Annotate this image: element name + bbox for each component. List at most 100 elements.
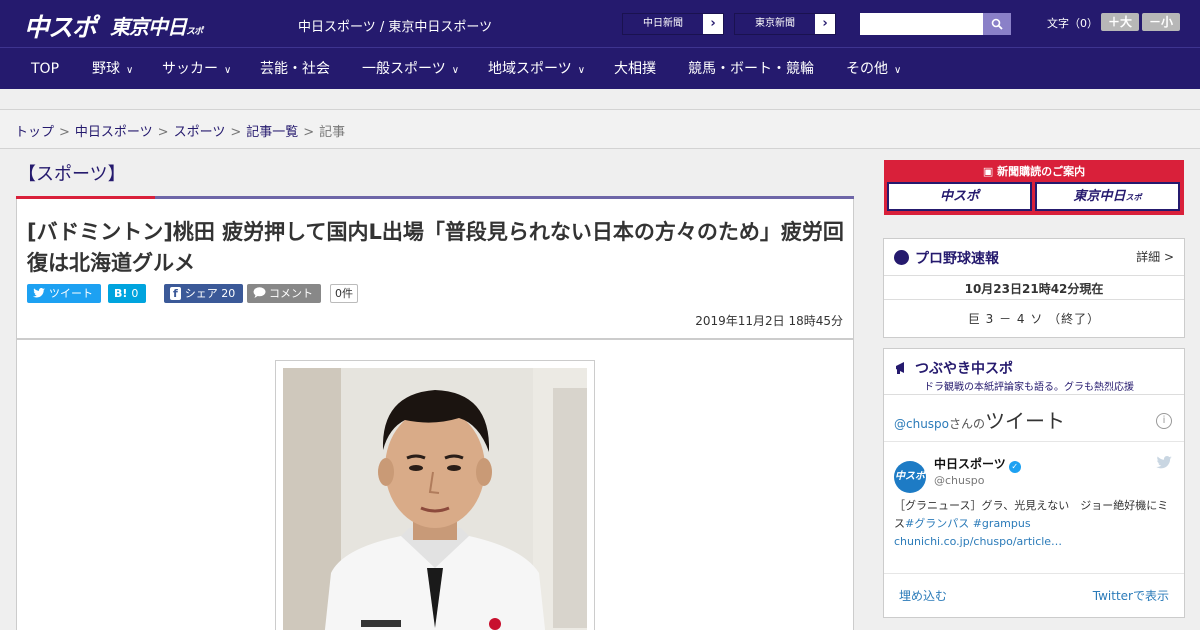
newspaper-icon: ▣ (982, 165, 998, 178)
main-nav: TOP 野球 ∨ サッカー ∨ 芸能・社会 一般スポーツ ∨ 地域スポーツ ∨ 大相撲 … (0, 47, 1200, 89)
site-name: 中日スポーツ / 東京中日スポーツ (298, 20, 493, 35)
breadcrumb-article-list[interactable]: 記事一覧 (246, 125, 298, 140)
tweet-article-link[interactable]: chunichi.co.jp/chuspo/article… (894, 535, 1062, 548)
timeline-handle-link[interactable]: @chuspo (894, 417, 949, 431)
tweet-author-handle[interactable]: @chuspo (934, 474, 984, 487)
megaphone-icon (896, 362, 904, 374)
chevron-down-icon: ∨ (126, 65, 134, 76)
subscribe-tokyo-text: 東京中日 (1073, 189, 1126, 204)
hashtag-link[interactable]: #グランパス (905, 517, 969, 530)
nav-baseball[interactable]: 野球 ∨ (92, 48, 133, 90)
baseball-icon (894, 250, 909, 265)
pro-baseball-widget: プロ野球速報 詳細 > 10月23日21時42分現在 巨 3 － 4 ソ （終了… (883, 238, 1185, 338)
timeline-heading: @chuspoさんのツイート (894, 405, 1065, 434)
nav-label: サッカー (162, 61, 218, 77)
tweet-widget-title-text: つぶやき中スポ (915, 361, 1013, 377)
baseball-timestamp: 10月23日21時42分現在 (964, 282, 1104, 296)
article-body (16, 339, 854, 630)
search-input[interactable] (860, 13, 984, 35)
facebook-share-label: シェア (184, 287, 218, 300)
embed-link[interactable]: 埋め込む (899, 587, 947, 604)
subscribe-chuspo-button[interactable]: 中スポ (887, 182, 1032, 211)
newspaper-subscription-banner[interactable]: ▣ 新聞購読のご案内 中スポ 東京中日スポ (884, 160, 1184, 215)
tokyo-chunichi-logo[interactable]: 東京中日スポ (110, 11, 203, 40)
tweet-widget: つぶやき中スポ ドラ観戦の本紙評論家も語る。グラも熱烈応援 @chuspoさんの… (883, 348, 1185, 618)
section-title: 【スポーツ】 (18, 164, 126, 185)
hashtag-link[interactable]: #grampus (973, 517, 1031, 530)
nav-label: TOP (31, 61, 60, 77)
tweet-author[interactable]: 中日スポーツ ✓ (934, 455, 1021, 473)
subscription-title: ▣ 新聞購読のご案内 (884, 163, 1184, 179)
article-photo-frame (275, 360, 595, 630)
photo-illustration (283, 368, 587, 630)
font-size-label: 文字（0） (1047, 17, 1098, 30)
nav-entertainment[interactable]: 芸能・社会 (260, 48, 330, 90)
hatena-icon: B! (114, 287, 128, 300)
subscribe-tokyo-sub: スポ (1125, 193, 1142, 202)
comment-button[interactable]: コメント (247, 284, 321, 303)
twitter-bird-icon[interactable] (1156, 456, 1172, 469)
nav-general-sports[interactable]: 一般スポーツ ∨ (362, 48, 459, 90)
chevron-right-icon: › (703, 14, 723, 34)
breadcrumb: トップ > 中日スポーツ > スポーツ > 記事一覧 > 記事 (0, 110, 1200, 149)
baseball-score-line[interactable]: 巨 3 － 4 ソ （終了） (884, 310, 1184, 327)
nav-label: 大相撲 (614, 61, 656, 77)
info-icon[interactable]: i (1156, 413, 1172, 429)
search-button[interactable] (983, 13, 1011, 35)
subscribe-tokyo-chunichi-button[interactable]: 東京中日スポ (1035, 182, 1180, 211)
breadcrumb-separator: > (157, 125, 169, 140)
nav-label: 芸能・社会 (260, 61, 330, 77)
chevron-down-icon: ∨ (894, 65, 902, 76)
twitter-bird-icon (33, 288, 45, 298)
chevron-down-icon: ∨ (224, 65, 232, 76)
breadcrumb-top[interactable]: トップ (15, 125, 54, 140)
breadcrumb-current: 記事 (319, 125, 346, 140)
pro-baseball-title-text: プロ野球速報 (915, 251, 999, 267)
tweet-author-name: 中日スポーツ (934, 457, 1006, 471)
timeline-handle-suffix: さんの (949, 417, 986, 431)
nav-label: 野球 (92, 61, 120, 77)
facebook-share-count: 20 (221, 287, 236, 300)
nav-regional-sports[interactable]: 地域スポーツ ∨ (488, 48, 585, 90)
nav-keiba[interactable]: 競馬・ボート・競輪 (688, 48, 814, 90)
chuspo-logo[interactable]: 中スポ (24, 8, 97, 44)
speech-bubble-icon (253, 287, 266, 298)
nav-top[interactable]: TOP (31, 48, 59, 90)
article-headline: [バドミントン]桃田 疲労押して国内L出場「普段見られない日本の方々のため」疲労… (27, 220, 844, 275)
tokyo-chunichi-logo-sub: スポ (186, 27, 203, 37)
chevron-down-icon: ∨ (577, 65, 586, 76)
breadcrumb-sports[interactable]: スポーツ (174, 125, 226, 140)
baseball-detail-link[interactable]: 詳細 > (1136, 248, 1174, 265)
tweet-button[interactable]: ツイート (27, 284, 101, 303)
hatena-count: 0 (131, 287, 139, 300)
breadcrumb-chunichi-sports[interactable]: 中日スポーツ (75, 125, 153, 140)
pro-baseball-title: プロ野球速報 (894, 248, 999, 268)
hatena-bookmark-button[interactable]: B! 0 (108, 284, 147, 303)
article-header: [バドミントン]桃田 疲労押して国内L出場「普段見られない日本の方々のため」疲労… (16, 199, 854, 339)
view-on-twitter-link[interactable]: Twitterで表示 (1093, 587, 1169, 604)
nav-other[interactable]: その他 ∨ (846, 48, 901, 90)
verified-badge-icon: ✓ (1008, 461, 1021, 473)
nav-soccer[interactable]: サッカー ∨ (162, 48, 231, 90)
breadcrumb-separator: > (230, 125, 242, 140)
comment-label: コメント (269, 287, 313, 300)
font-size-decrease-button[interactable]: －小 (1142, 13, 1180, 31)
tweet-widget-title: つぶやき中スポ (894, 358, 1013, 378)
facebook-icon: f (170, 287, 181, 300)
facebook-share-button[interactable]: f シェア 20 (164, 284, 244, 303)
nav-sumo[interactable]: 大相撲 (614, 48, 656, 90)
font-size-increase-button[interactable]: ＋大 (1101, 13, 1139, 31)
chunichi-shimbun-label: 中日新聞 (623, 14, 703, 34)
subscription-title-text: 新聞購読のご案内 (997, 165, 1086, 178)
chevron-down-icon: ∨ (451, 65, 460, 76)
tokyo-shimbun-label: 東京新聞 (735, 14, 815, 34)
tokyo-shimbun-button[interactable]: 東京新聞 › (734, 13, 836, 35)
nav-label: 地域スポーツ (488, 61, 572, 77)
nav-label: その他 (846, 61, 888, 77)
chevron-right-icon: › (815, 14, 835, 34)
search-icon (991, 18, 1003, 30)
chunichi-shimbun-button[interactable]: 中日新聞 › (622, 13, 724, 35)
article-photo[interactable] (283, 368, 587, 630)
tokyo-chunichi-logo-text: 東京中日 (110, 15, 187, 39)
avatar[interactable]: 中スポ (894, 461, 926, 493)
